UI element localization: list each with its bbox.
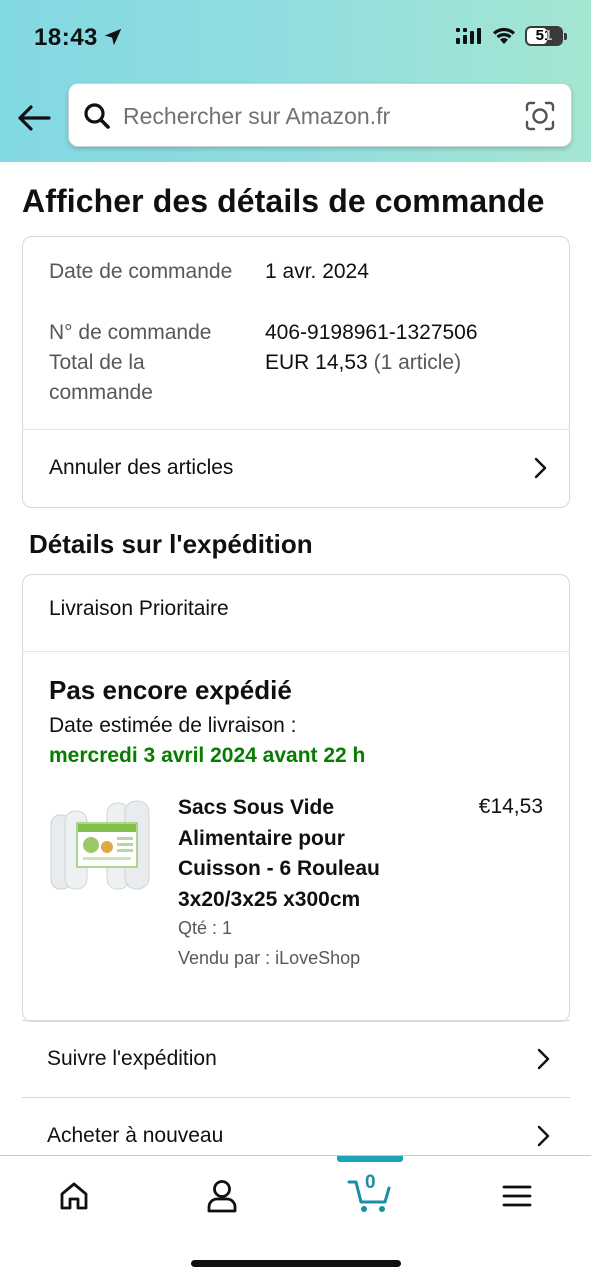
product-price: €14,53 [478, 795, 543, 818]
shipping-method: Livraison Prioritaire [49, 597, 229, 620]
order-date-value: 1 avr. 2024 [265, 260, 369, 283]
track-shipment-link[interactable]: Suivre l'expédition [22, 1020, 570, 1096]
page-title: Afficher des détails de commande [22, 183, 545, 219]
battery-icon: 51 [525, 26, 567, 46]
order-summary-card: Date de commande 1 avr. 2024 N° de comma… [22, 236, 570, 508]
eta-date: mercredi 3 avril 2024 avant 22 h [49, 744, 366, 767]
order-total: EUR 14,53 (1 article) [265, 348, 461, 378]
search-icon [84, 103, 110, 129]
shipment-status: Pas encore expédié [49, 675, 292, 705]
search-input[interactable] [123, 98, 503, 134]
nav-account[interactable] [148, 1156, 296, 1236]
eta-label: Date estimée de livraison : [49, 714, 297, 737]
order-number-value: 406-9198961-1327506 [265, 321, 478, 344]
chevron-right-icon [537, 1125, 550, 1146]
arrow-left-icon [18, 105, 51, 131]
back-button[interactable] [14, 98, 54, 138]
order-total-items: (1 article) [373, 351, 462, 374]
buy-again-label: Acheter à nouveau [47, 1123, 224, 1147]
nav-home[interactable] [0, 1156, 148, 1236]
chevron-right-icon [534, 457, 547, 479]
status-time: 18:43 [34, 24, 98, 51]
location-arrow-icon [104, 28, 122, 46]
shipment-card: Livraison Prioritaire Pas encore expédié… [22, 574, 570, 1022]
divider [23, 651, 569, 652]
cart-count-badge: 0 [365, 1172, 376, 1193]
home-icon [60, 1182, 88, 1210]
shipping-section-title: Détails sur l'expédition [29, 529, 313, 559]
wifi-icon [493, 27, 515, 44]
home-indicator [191, 1260, 401, 1267]
nav-menu[interactable] [443, 1156, 591, 1236]
cart-active-indicator [337, 1156, 403, 1162]
order-total-label: Total de la commande [49, 351, 153, 404]
header: 18:43 51 [0, 0, 591, 162]
cancel-items-link[interactable]: Annuler des articles [23, 430, 569, 506]
menu-icon [502, 1185, 532, 1207]
product-seller: Vendu par : iLoveShop [178, 948, 361, 968]
chevron-right-icon [537, 1048, 550, 1069]
camera-scan-icon[interactable] [525, 101, 555, 131]
order-date-label: Date de commande [49, 260, 233, 283]
signal-icon [456, 28, 481, 44]
search-bar[interactable] [68, 83, 572, 147]
order-total-value: EUR 14,53 [265, 351, 368, 374]
product-title[interactable]: Sacs Sous Vide Alimentaire pour Cuisson … [178, 793, 418, 915]
battery-level: 51 [535, 27, 553, 44]
track-shipment-label: Suivre l'expédition [47, 1046, 217, 1070]
cancel-items-label: Annuler des articles [49, 456, 234, 479]
product-image[interactable] [49, 799, 155, 893]
nav-cart[interactable] [296, 1156, 444, 1236]
order-number-label: N° de commande [49, 321, 212, 344]
status-icons: 51 [455, 26, 567, 46]
account-icon [207, 1180, 237, 1213]
product-quantity: Qté : 1 [178, 918, 233, 938]
